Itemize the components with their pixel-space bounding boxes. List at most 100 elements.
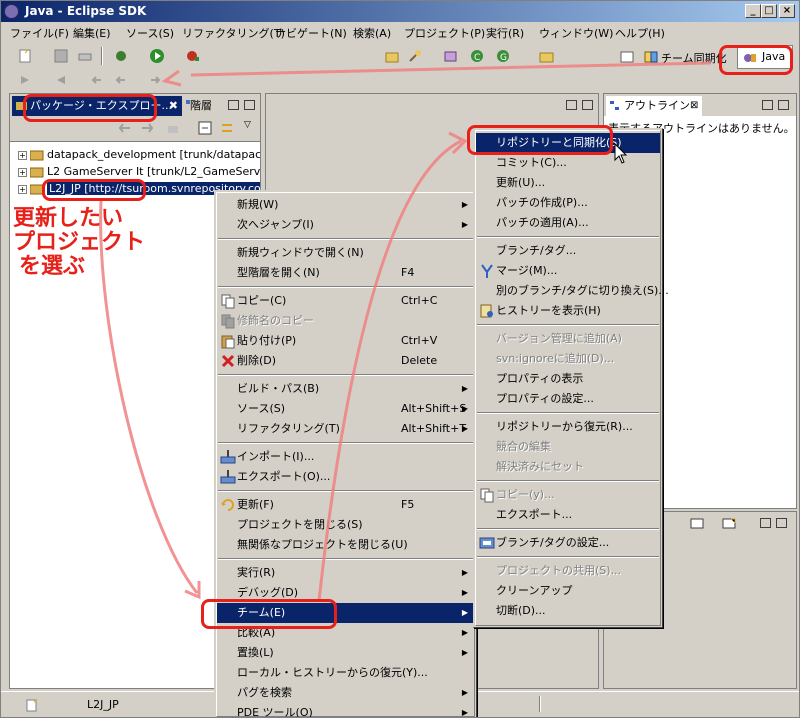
debug-icon[interactable] <box>113 48 129 64</box>
context-menu-item[interactable]: エクスポート(O)... <box>217 467 474 487</box>
expand-icon[interactable]: + <box>18 167 27 177</box>
team-submenu-separator <box>477 412 659 414</box>
context-menu-item[interactable]: ビルド・パス(B) ▶ <box>217 379 474 399</box>
print-icon[interactable] <box>77 48 93 64</box>
maximize-button[interactable]: □ <box>761 4 777 18</box>
context-menu-item[interactable]: 置換(L) ▶ <box>217 643 474 663</box>
context-menu-item[interactable]: 新規(W) ▶ <box>217 195 474 215</box>
context-menu-item-accelerator: Delete <box>401 354 438 367</box>
bottom-minimize-icon[interactable] <box>760 518 771 528</box>
team-submenu-item[interactable]: 別のブランチ/タグに切り換え(S)... <box>476 281 669 301</box>
link-editor-icon[interactable] <box>220 121 236 135</box>
menu-refactor[interactable]: リファクタリング(T) <box>182 25 285 41</box>
team-submenu-separator <box>477 236 659 238</box>
team-submenu-item[interactable]: 更新(U)... <box>476 173 660 193</box>
context-menu-item[interactable]: 貼り付け(P) Ctrl+V <box>217 331 474 351</box>
context-menu-item[interactable]: PDE ツール(O) ▶ <box>217 703 474 717</box>
context-menu-item[interactable]: コピー(C) Ctrl+C <box>217 291 474 311</box>
context-menu-item-accelerator: Ctrl+C <box>401 294 438 307</box>
external-tools-icon[interactable] <box>185 48 201 64</box>
context-menu-item-label: 削除(D) <box>237 354 277 367</box>
forward-icon[interactable] <box>147 72 163 88</box>
team-submenu-item[interactable]: ブランチ/タグの設定... <box>476 533 660 553</box>
team-submenu-item[interactable]: パッチの作成(P)... <box>476 193 660 213</box>
team-submenu-item[interactable]: プロパティの表示 <box>476 369 660 389</box>
tab-outline[interactable]: アウトライン ⊠ <box>606 96 702 116</box>
team-submenu-item[interactable]: ブランチ/タグ... <box>476 241 660 261</box>
collapse-all-icon[interactable] <box>198 121 212 135</box>
team-submenu-item[interactable]: ヒストリーを表示(H) <box>476 301 660 321</box>
menu-file[interactable]: ファイル(F) <box>10 25 69 41</box>
expand-icon[interactable]: + <box>18 150 27 160</box>
close-tab-icon[interactable]: ✖ <box>169 96 178 116</box>
team-submenu-item[interactable]: 切断(D)... <box>476 601 660 621</box>
bottom-maximize-icon[interactable] <box>776 518 787 528</box>
new-package-icon[interactable] <box>443 48 459 64</box>
prev-annotation-icon[interactable] <box>53 72 69 88</box>
context-menu-item[interactable]: パグを検索 ▶ <box>217 683 474 703</box>
team-submenu-item[interactable]: プロパティの設定... <box>476 389 660 409</box>
minimize-view-icon[interactable] <box>228 100 239 110</box>
tab-hierarchy[interactable]: 階層 <box>190 96 212 116</box>
editor-minimize-icon[interactable] <box>566 100 577 110</box>
context-menu-item[interactable]: 無関係なプロジェクトを閉じる(U) <box>217 535 474 555</box>
menu-edit[interactable]: 編集(E) <box>73 25 111 41</box>
new-class-icon[interactable]: C <box>469 48 485 64</box>
view-forward-icon[interactable] <box>140 122 154 134</box>
context-menu-item[interactable]: 次へジャンプ(I) ▶ <box>217 215 474 235</box>
last-edit-icon[interactable] <box>89 72 105 88</box>
view-up-icon[interactable] <box>166 121 180 135</box>
save-icon[interactable] <box>53 48 69 64</box>
menu-project[interactable]: プロジェクト(P) <box>404 25 485 41</box>
back-icon[interactable] <box>113 72 129 88</box>
context-menu-item[interactable]: リファクタリング(T) Alt+Shift+T ▶ <box>217 419 474 439</box>
open-perspective-icon[interactable] <box>619 49 635 65</box>
new-icon[interactable] <box>17 48 33 64</box>
context-menu-item[interactable]: インポート(I)... <box>217 447 474 467</box>
open-console-icon[interactable] <box>722 518 736 530</box>
context-menu-item[interactable]: プロジェクトを閉じる(S) <box>217 515 474 535</box>
perspective-team-sync[interactable]: チーム同期化 <box>661 50 727 66</box>
editor-maximize-icon[interactable] <box>582 100 593 110</box>
new-interface-icon[interactable]: G <box>495 48 511 64</box>
run-icon[interactable] <box>149 48 165 64</box>
view-back-icon[interactable] <box>118 122 132 134</box>
team-submenu-item[interactable]: コミット(C)... <box>476 153 660 173</box>
close-button[interactable]: × <box>779 4 795 18</box>
minimize-button[interactable]: _ <box>745 4 761 18</box>
close-outline-icon[interactable]: ⊠ <box>690 96 698 116</box>
team-submenu-item[interactable]: パッチの適用(A)... <box>476 213 660 233</box>
console-display-icon[interactable] <box>690 518 704 530</box>
context-menu-item[interactable]: ソース(S) Alt+Shift+S ▶ <box>217 399 474 419</box>
next-annotation-icon[interactable] <box>17 72 33 88</box>
menu-source[interactable]: ソース(S) <box>126 25 174 41</box>
context-menu-item[interactable]: ローカル・ヒストリーからの復元(Y)... <box>217 663 474 683</box>
maximize-view-icon[interactable] <box>244 100 255 110</box>
context-menu-item[interactable]: 更新(F) F5 <box>217 495 474 515</box>
context-menu-separator <box>218 286 473 288</box>
context-menu-item[interactable]: 型階層を開く(N) F4 <box>217 263 474 283</box>
status-divider <box>539 696 541 712</box>
menu-run[interactable]: 実行(R) <box>486 25 524 41</box>
tree-item-l2-gameserver[interactable]: + L2 GameServer It [trunk/L2_GameServe <box>18 163 260 180</box>
view-menu-icon[interactable]: ▽ <box>244 120 251 130</box>
team-submenu-item[interactable]: マージ(M)... <box>476 261 660 281</box>
open-type-icon[interactable] <box>385 48 401 64</box>
outline-minimize-icon[interactable] <box>762 100 773 110</box>
context-menu-item[interactable]: 削除(D) Delete <box>217 351 474 371</box>
context-menu-item[interactable]: 実行(R) ▶ <box>217 563 474 583</box>
search-icon[interactable] <box>407 48 423 64</box>
context-menu-separator <box>218 374 473 376</box>
open-folder-icon[interactable] <box>539 48 555 64</box>
context-menu-item[interactable]: 新規ウィンドウで開く(N) <box>217 243 474 263</box>
menu-search[interactable]: 検索(A) <box>353 25 391 41</box>
menu-help[interactable]: ヘルプ(H) <box>615 25 665 41</box>
menu-window[interactable]: ウィンドウ(W) <box>539 25 613 41</box>
tree-item-datapack[interactable]: + datapack_development [trunk/datapack <box>18 146 260 163</box>
team-submenu-item[interactable]: エクスポート... <box>476 505 660 525</box>
team-submenu-item[interactable]: クリーンアップ <box>476 581 660 601</box>
menu-navigate[interactable]: ナビゲート(N) <box>275 25 347 41</box>
expand-icon[interactable]: + <box>18 184 27 194</box>
team-submenu-item[interactable]: リポジトリーから復元(R)... <box>476 417 660 437</box>
outline-maximize-icon[interactable] <box>778 100 789 110</box>
